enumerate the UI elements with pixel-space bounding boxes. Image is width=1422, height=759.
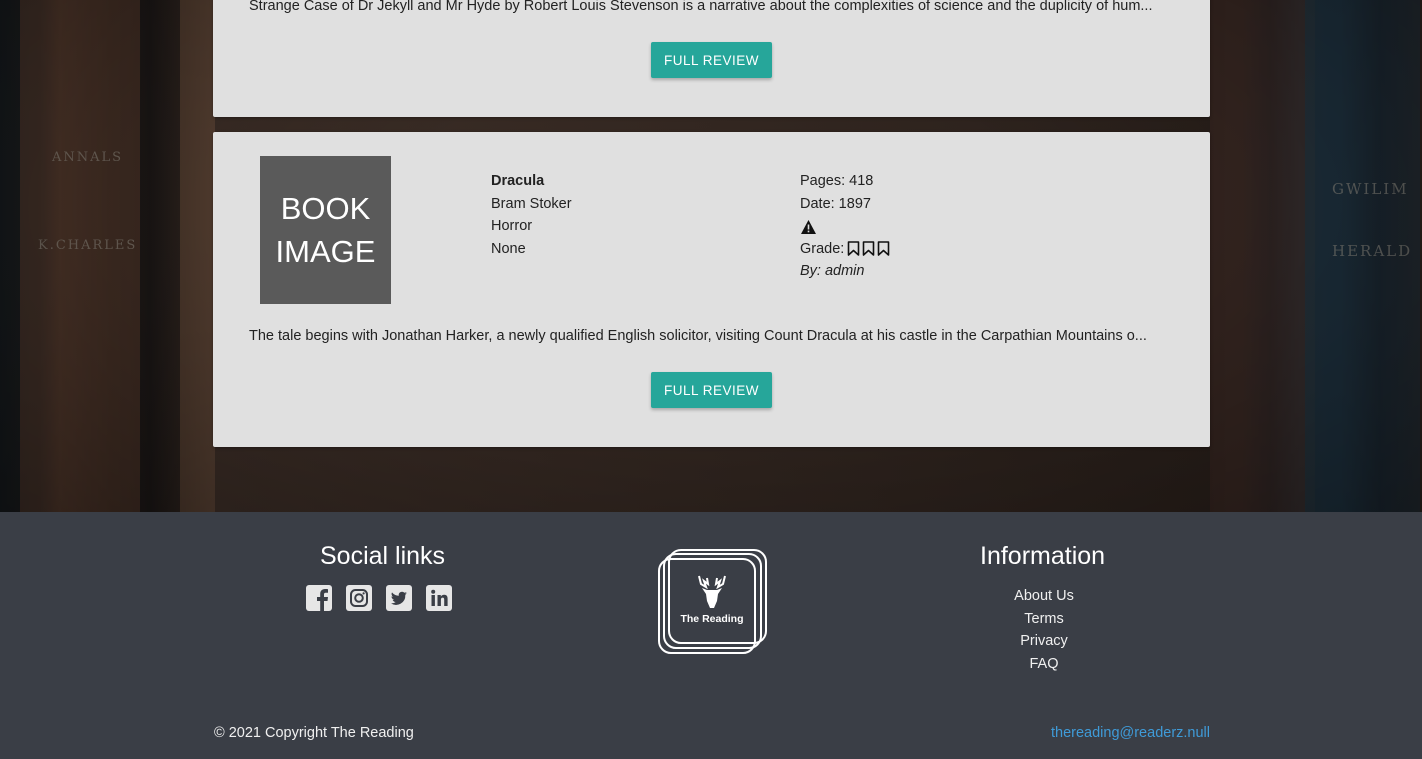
spine-lettering: HERALD (1332, 242, 1413, 260)
full-review-button[interactable]: FULL REVIEW (651, 42, 772, 78)
review-excerpt: Strange Case of Dr Jekyll and Mr Hyde by… (249, 0, 1153, 14)
instagram-icon[interactable] (345, 584, 373, 612)
review-author: By: admin (800, 263, 865, 279)
book-date: Date: 1897 (800, 195, 871, 212)
logo-text: The Reading (680, 613, 743, 625)
link-privacy[interactable]: Privacy (944, 630, 1144, 653)
social-icons (305, 584, 453, 612)
bookmark-icon (848, 241, 860, 257)
link-terms[interactable]: Terms (944, 608, 1144, 631)
link-faq[interactable]: FAQ (944, 653, 1144, 676)
social-links-title: Social links (320, 542, 446, 570)
book-image-text: IMAGE (275, 234, 376, 269)
book-info-column: Dracula Bram Stoker Horror None (491, 170, 572, 260)
bookmark-icon (878, 241, 890, 257)
spine-lettering: K.CHARLES (38, 238, 138, 253)
spine-lettering: GWILIM (1332, 180, 1409, 198)
book-spine (1315, 0, 1420, 512)
grade-row: Grade: (800, 238, 890, 261)
book-spine (1210, 0, 1305, 512)
book-image-text: BOOK (280, 191, 371, 226)
spine-lettering: ANNALS (52, 150, 124, 165)
copyright-text: © 2021 Copyright The Reading (214, 725, 414, 741)
site-logo[interactable]: The Reading (656, 548, 768, 656)
information-links: About Us Terms Privacy FAQ (944, 585, 1144, 676)
facebook-icon[interactable] (305, 584, 333, 612)
bookmark-icon (863, 241, 875, 257)
information-title: Information (980, 542, 1106, 570)
linkedin-icon[interactable] (425, 584, 453, 612)
book-meta-column: Pages: 418 Date: 1897 Grade: By: admin (800, 170, 890, 283)
contact-email-link[interactable]: thereading@readerz.null (1051, 725, 1210, 741)
deer-icon (698, 575, 726, 608)
book-author: Bram Stoker (491, 195, 572, 212)
warning-row (800, 215, 890, 238)
grade-label: Grade: (800, 240, 845, 257)
book-image-placeholder: BOOK IMAGE (260, 156, 391, 304)
book-title: Dracula (491, 173, 545, 189)
book-extra: None (491, 240, 526, 257)
review-card: Strange Case of Dr Jekyll and Mr Hyde by… (213, 0, 1210, 117)
warning-triangle-icon (801, 220, 816, 234)
book-genre: Horror (491, 218, 533, 234)
grade-bookmarks (847, 241, 890, 257)
link-about-us[interactable]: About Us (944, 585, 1144, 608)
twitter-icon[interactable] (385, 584, 413, 612)
review-card: BOOK IMAGE Dracula Bram Stoker Horror No… (213, 132, 1210, 447)
full-review-button[interactable]: FULL REVIEW (651, 372, 772, 408)
book-spine (180, 0, 215, 512)
book-pages: Pages: 418 (800, 173, 874, 189)
review-excerpt: The tale begins with Jonathan Harker, a … (249, 328, 1147, 344)
book-spine (20, 0, 140, 512)
footer: Social links The Reading Information Abo (0, 512, 1422, 759)
